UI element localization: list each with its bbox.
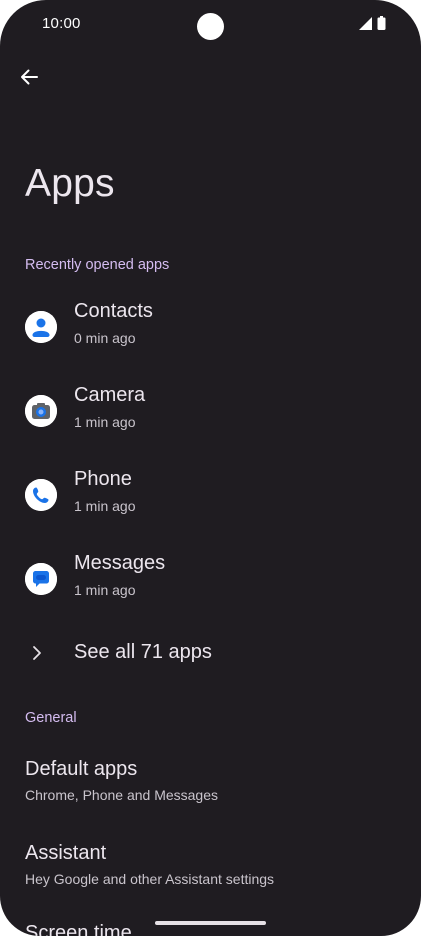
contacts-icon (25, 311, 57, 343)
page-title: Apps (25, 162, 115, 205)
status-bar: 10:00 (0, 0, 421, 48)
app-name: Phone (74, 468, 132, 490)
recent-app-phone[interactable]: Phone 1 min ago (0, 464, 421, 544)
battery-icon (377, 16, 386, 30)
setting-subtitle: Chrome, Phone and Messages (25, 787, 218, 803)
app-name: Messages (74, 552, 166, 574)
setting-default-apps[interactable]: Default apps Chrome, Phone and Messages (0, 758, 421, 818)
gesture-nav-handle[interactable] (155, 921, 266, 925)
app-last-opened: 0 min ago (74, 330, 136, 346)
setting-title: Assistant (25, 842, 107, 864)
back-button[interactable] (14, 62, 44, 92)
see-all-apps-button[interactable]: See all 71 apps (0, 633, 421, 673)
app-last-opened: 1 min ago (74, 582, 136, 598)
messages-icon (25, 563, 57, 595)
system-icons (359, 16, 386, 30)
app-name: Camera (74, 384, 146, 406)
recent-app-messages[interactable]: Messages 1 min ago (0, 548, 421, 628)
recent-app-contacts[interactable]: Contacts 0 min ago (0, 296, 421, 376)
app-last-opened: 1 min ago (74, 414, 136, 430)
setting-subtitle: Hey Google and other Assistant settings (25, 871, 275, 887)
recent-app-camera[interactable]: Camera 1 min ago (0, 380, 421, 460)
setting-screen-time-partial[interactable]: Screen time (25, 922, 132, 936)
camera-icon (25, 395, 57, 427)
camera-cutout (197, 13, 224, 40)
app-name: Contacts (74, 300, 153, 322)
signal-icon (359, 16, 372, 30)
phone-icon (25, 479, 57, 511)
setting-assistant[interactable]: Assistant Hey Google and other Assistant… (0, 842, 421, 902)
see-all-label: See all 71 apps (74, 641, 212, 663)
app-last-opened: 1 min ago (74, 498, 136, 514)
setting-title: Default apps (25, 758, 138, 780)
section-header-general: General (25, 710, 77, 726)
chevron-right-icon (33, 646, 41, 660)
back-arrow-icon (21, 69, 38, 85)
section-header-recent: Recently opened apps (25, 257, 170, 273)
settings-screen: 10:00 Apps Recently opened apps Contacts… (0, 0, 421, 936)
status-time: 10:00 (42, 15, 81, 32)
